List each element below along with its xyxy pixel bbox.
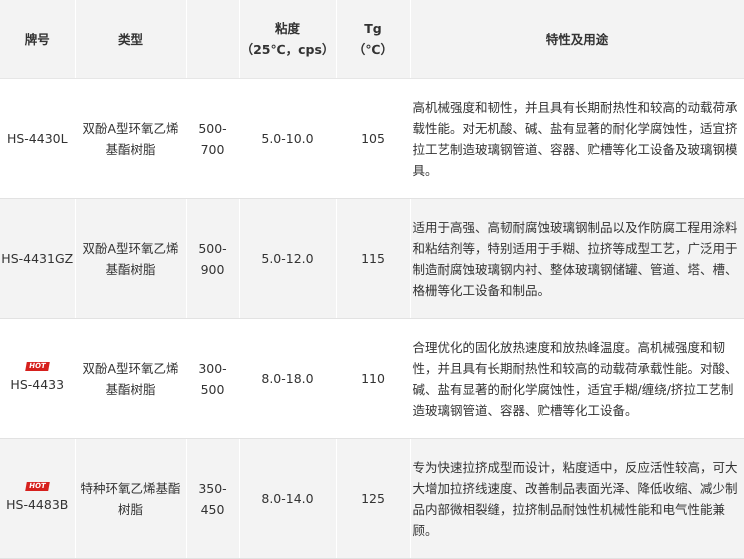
header-brand-label: 牌号 xyxy=(24,31,50,47)
row-viscosity: 8.0-14.0 xyxy=(239,438,337,559)
row-viscosity: 5.0-10.0 xyxy=(239,78,337,199)
header-viscosity-unit: （25℃，cps） xyxy=(240,42,335,57)
resin-spec-table: 牌号 类型 粘度 （25℃，cps） Tg （℃） 特性及用途 HS-4430L… xyxy=(0,0,744,559)
row-code: HS-4483B xyxy=(6,497,69,512)
row-description: 高机械强度和韧性，并且具有长期耐热性和较高的动载荷承载性能。对无机酸、碱、盐有显… xyxy=(410,78,744,199)
header-properties-label: 特性及用途 xyxy=(545,31,609,47)
row-code: HS-4430L xyxy=(6,131,68,146)
row-range: 500-700 xyxy=(186,78,240,199)
header-tg-label: Tg xyxy=(364,21,382,36)
row-viscosity: 8.0-18.0 xyxy=(239,318,337,439)
row-description: 专为快速拉挤成型而设计，粘度适中，反应活性较高，可大大增加拉挤线速度、改善制品表… xyxy=(410,438,744,559)
table-row: HS-4431GZ 双酚A型环氧乙烯基酯树脂 500-900 5.0-12.0 … xyxy=(0,198,744,319)
header-range xyxy=(186,0,240,79)
header-type-label: 类型 xyxy=(117,31,143,47)
row-type: 特种环氧乙烯基酯树脂 xyxy=(75,438,187,559)
header-tg: Tg （℃） xyxy=(336,0,411,79)
row-tg: 105 xyxy=(336,78,411,199)
header-brand: 牌号 xyxy=(0,0,76,79)
table-header-row: 牌号 类型 粘度 （25℃，cps） Tg （℃） 特性及用途 xyxy=(0,0,744,79)
header-type: 类型 xyxy=(75,0,187,79)
header-properties: 特性及用途 xyxy=(410,0,744,79)
row-code: HS-4433 xyxy=(10,377,65,392)
header-viscosity: 粘度 （25℃，cps） xyxy=(239,0,337,79)
row-range: 350-450 xyxy=(186,438,240,559)
row-tg: 125 xyxy=(336,438,411,559)
row-range: 500-900 xyxy=(186,198,240,319)
row-code-cell: HS-4430L xyxy=(0,78,76,199)
table-row: HOT HS-4433 双酚A型环氧乙烯基酯树脂 300-500 8.0-18.… xyxy=(0,318,744,439)
table-row: HS-4430L 双酚A型环氧乙烯基酯树脂 500-700 5.0-10.0 1… xyxy=(0,78,744,199)
row-type: 双酚A型环氧乙烯基酯树脂 xyxy=(75,78,187,199)
row-description: 适用于高强、高韧耐腐蚀玻璃钢制品以及作防腐工程用涂料和粘结剂等，特别适用于手糊、… xyxy=(410,198,744,319)
table-row: HOT HS-4483B 特种环氧乙烯基酯树脂 350-450 8.0-14.0… xyxy=(0,438,744,559)
row-code-cell: HOT HS-4433 xyxy=(0,318,76,439)
row-range: 300-500 xyxy=(186,318,240,439)
header-tg-unit: （℃） xyxy=(352,42,394,57)
row-code-cell: HOT HS-4483B xyxy=(0,438,76,559)
row-description: 合理优化的固化放热速度和放热峰温度。高机械强度和韧性，并且具有长期耐热性和较高的… xyxy=(410,318,744,439)
row-tg: 115 xyxy=(336,198,411,319)
hot-badge-icon: HOT xyxy=(25,482,50,491)
row-tg: 110 xyxy=(336,318,411,439)
row-type: 双酚A型环氧乙烯基酯树脂 xyxy=(75,198,187,319)
row-code: HS-4431GZ xyxy=(1,251,74,266)
hot-badge-icon: HOT xyxy=(25,362,50,371)
row-type: 双酚A型环氧乙烯基酯树脂 xyxy=(75,318,187,439)
header-viscosity-label: 粘度 xyxy=(274,21,300,36)
row-code-cell: HS-4431GZ xyxy=(0,198,76,319)
row-viscosity: 5.0-12.0 xyxy=(239,198,337,319)
